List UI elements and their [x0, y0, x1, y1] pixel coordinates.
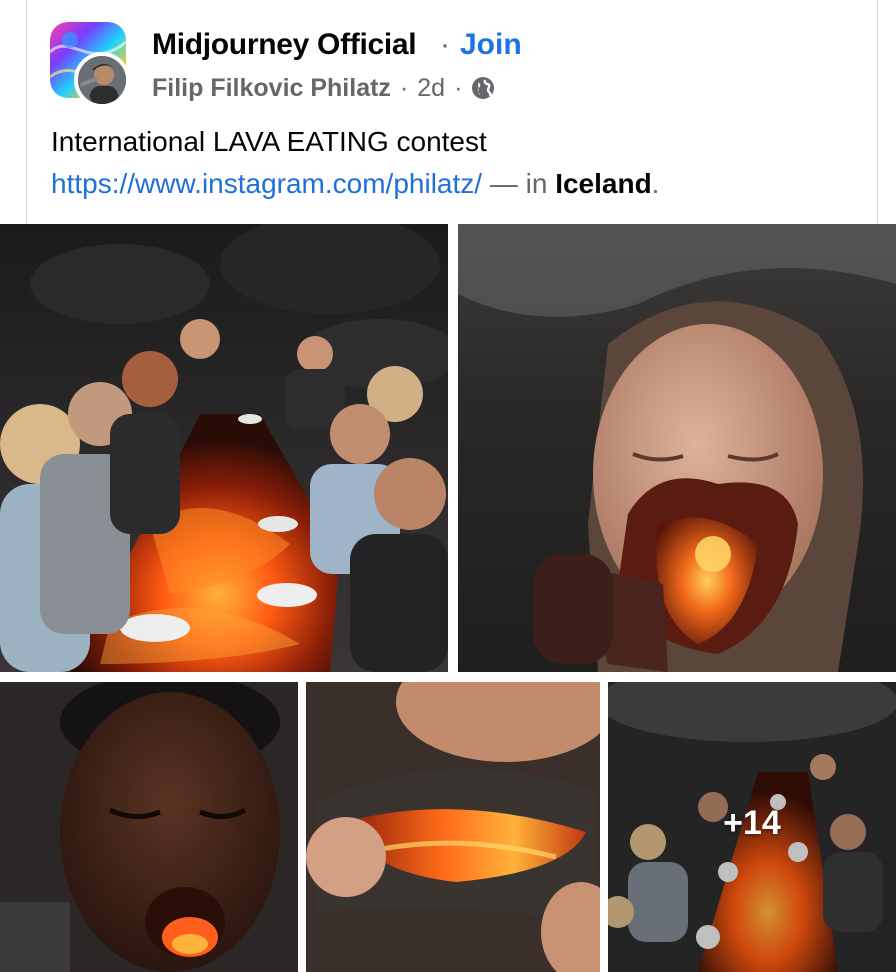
- location-prefix: — in: [482, 168, 556, 199]
- location-suffix: .: [651, 168, 660, 199]
- globe-icon[interactable]: [471, 76, 495, 100]
- avatar[interactable]: [74, 52, 130, 108]
- separator: ·: [399, 73, 409, 102]
- photo-lava-table-crowd[interactable]: +14: [608, 682, 896, 972]
- location-link[interactable]: Iceland: [555, 168, 651, 199]
- post-header: Midjourney Official · Join Filip Filkovi…: [0, 0, 896, 224]
- card-right-border: [877, 0, 878, 224]
- post-link-line: https://www.instagram.com/philatz/ — in …: [51, 163, 659, 205]
- photo-group-eating[interactable]: [0, 224, 448, 672]
- photo-man-eating[interactable]: [0, 682, 298, 972]
- avatar-stack[interactable]: [50, 22, 132, 108]
- more-photos-count: +14: [723, 803, 781, 842]
- photo-lava-bite[interactable]: [306, 682, 600, 972]
- post-text: International LAVA EATING contest: [51, 126, 487, 157]
- separator: ·: [440, 28, 450, 61]
- instagram-link[interactable]: https://www.instagram.com/philatz/: [51, 168, 482, 199]
- more-photos-overlay[interactable]: +14: [608, 682, 896, 972]
- separator: ·: [454, 73, 463, 102]
- post-timestamp[interactable]: 2d: [417, 74, 445, 103]
- author-name-link[interactable]: Filip Filkovic Philatz: [152, 74, 391, 103]
- join-button[interactable]: Join: [460, 28, 522, 62]
- post-meta: Filip Filkovic Philatz · 2d ·: [152, 72, 495, 104]
- card-left-border: [26, 0, 27, 224]
- photo-woman-eating[interactable]: [458, 224, 896, 672]
- group-name-link[interactable]: Midjourney Official: [152, 28, 417, 62]
